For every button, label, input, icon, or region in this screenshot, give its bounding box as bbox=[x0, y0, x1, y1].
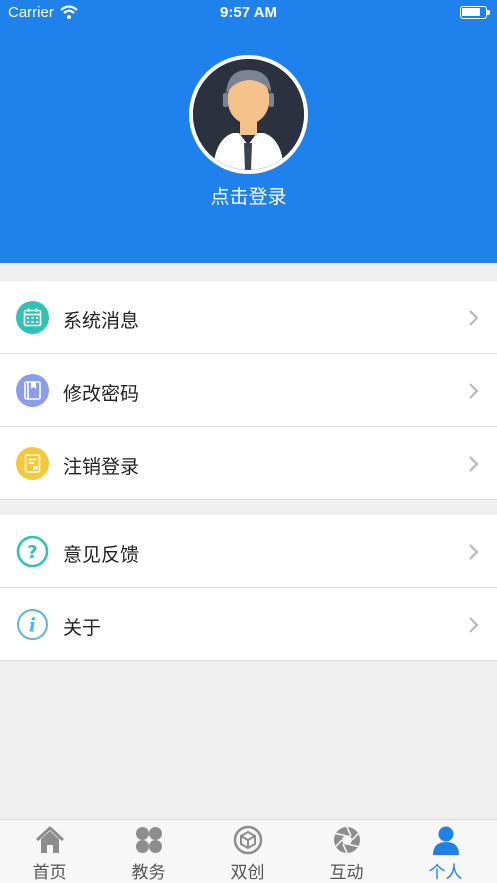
person-avatar-icon bbox=[193, 59, 304, 170]
document-icon bbox=[16, 447, 49, 480]
tab-personal[interactable]: 个人 bbox=[396, 820, 495, 883]
tab-label: 教务 bbox=[131, 863, 166, 883]
tab-innovation[interactable]: 双创 bbox=[198, 820, 297, 883]
tab-label: 双创 bbox=[230, 863, 265, 883]
tab-label: 个人 bbox=[428, 863, 463, 883]
status-bar: Carrier 9:57 AM bbox=[0, 0, 497, 26]
clock: 9:57 AM bbox=[220, 4, 277, 21]
menu-item-label: 意见反馈 bbox=[63, 544, 140, 566]
chevron-right-icon bbox=[469, 310, 479, 326]
tab-interaction[interactable]: 互动 bbox=[297, 820, 396, 883]
person-icon bbox=[433, 826, 459, 855]
tab-bar: 首页 教务 双创 互动 个人 bbox=[0, 819, 497, 883]
tab-label: 首页 bbox=[32, 863, 67, 883]
svg-text:?: ? bbox=[27, 542, 37, 563]
battery-icon bbox=[460, 6, 490, 19]
menu-item-about[interactable]: i 关于 bbox=[0, 588, 497, 661]
home-icon bbox=[35, 826, 65, 853]
info-icon: i bbox=[17, 609, 48, 640]
cube-icon bbox=[233, 825, 263, 855]
aperture-icon bbox=[334, 826, 360, 854]
menu-item-label: 注销登录 bbox=[63, 456, 140, 478]
svg-text:i: i bbox=[29, 615, 36, 637]
grid-icon bbox=[136, 827, 162, 853]
calendar-icon bbox=[16, 301, 49, 334]
menu-group-about: ? 意见反馈 i 关于 bbox=[0, 515, 497, 661]
chevron-right-icon bbox=[469, 456, 479, 472]
menu-item-label: 关于 bbox=[63, 617, 102, 639]
menu-group-account: 系统消息 修改密码 注销登录 bbox=[0, 281, 497, 500]
menu-item-change-password[interactable]: 修改密码 bbox=[0, 354, 497, 427]
profile-header: Carrier 9:57 AM 点击登录 bbox=[0, 0, 497, 263]
chevron-right-icon bbox=[469, 617, 479, 633]
book-icon bbox=[16, 374, 49, 407]
menu-item-label: 修改密码 bbox=[63, 383, 140, 405]
question-icon: ? bbox=[16, 535, 49, 568]
chevron-right-icon bbox=[469, 383, 479, 399]
menu-item-logout[interactable]: 注销登录 bbox=[0, 427, 497, 500]
login-link[interactable]: 点击登录 bbox=[0, 182, 497, 209]
menu-item-feedback[interactable]: ? 意见反馈 bbox=[0, 515, 497, 588]
tab-academic[interactable]: 教务 bbox=[99, 820, 198, 883]
menu-item-label: 系统消息 bbox=[63, 310, 140, 332]
menu-item-system-messages[interactable]: 系统消息 bbox=[0, 281, 497, 354]
avatar[interactable] bbox=[189, 55, 308, 174]
tab-label: 互动 bbox=[329, 863, 364, 883]
chevron-right-icon bbox=[469, 544, 479, 560]
tab-home[interactable]: 首页 bbox=[0, 820, 99, 883]
